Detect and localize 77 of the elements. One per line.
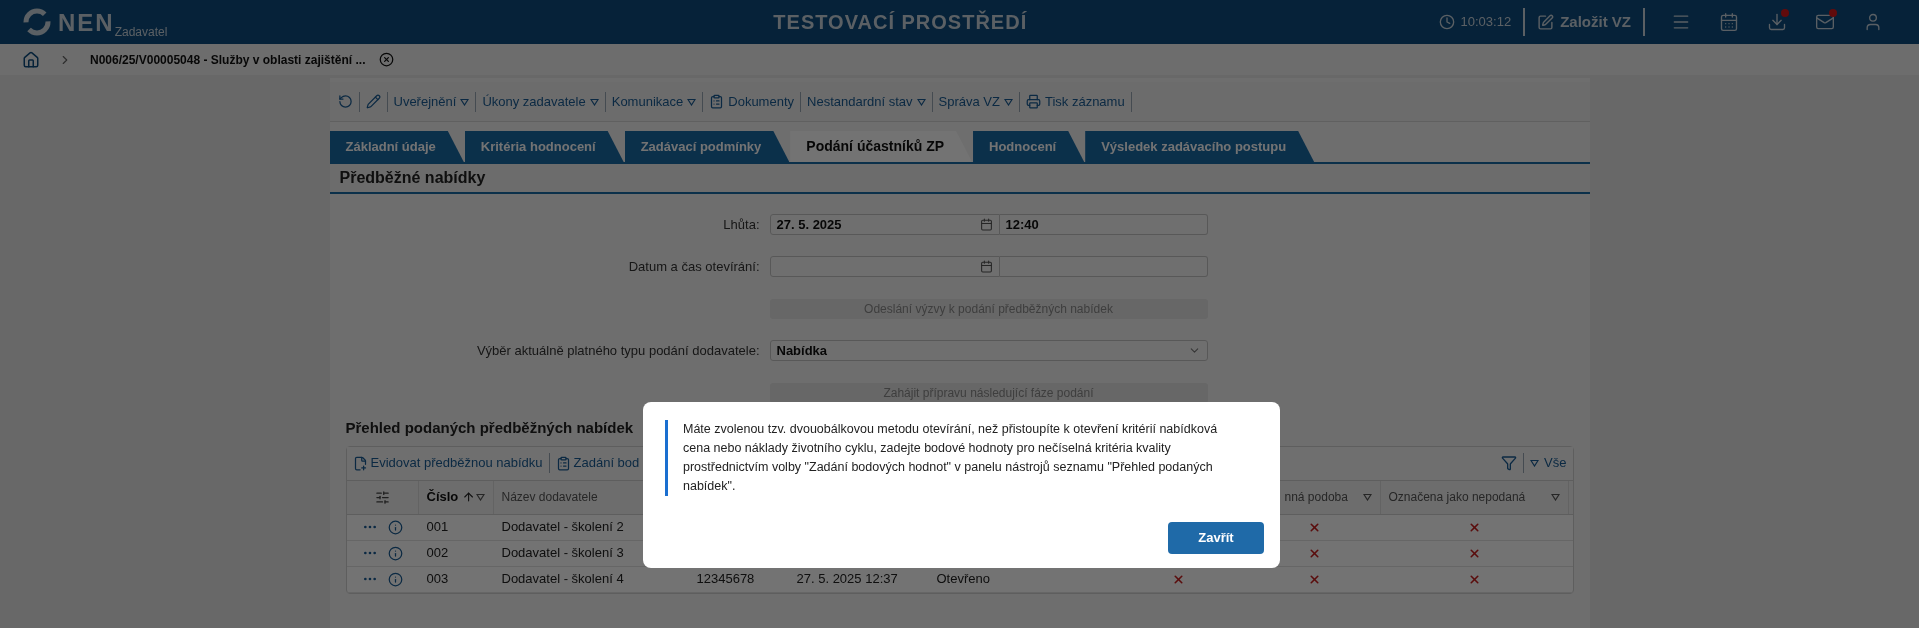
table-cell-text: Dodavatel - školení 4	[501, 570, 624, 589]
tab[interactable]: Podání účastníků ZP	[790, 131, 973, 162]
info-icon[interactable]	[388, 545, 403, 561]
filter-dropdown-icon[interactable]	[1362, 493, 1372, 501]
field-label: Lhůta:	[723, 216, 760, 232]
tab[interactable]: Základní údaje	[329, 131, 464, 162]
create-button[interactable]: Založit VZ	[1537, 10, 1631, 34]
field-label: Datum a čas otevírání:	[628, 258, 760, 274]
section-title: Předběžné nabídky	[339, 168, 486, 188]
column-header[interactable]: Číslo	[426, 487, 459, 507]
column-settings-icon[interactable]	[374, 489, 390, 505]
dialog-message: Máte zvolenou tzv. dvouobálkovou metodu otevírání, než přistoupíte k otevření kritérií nabídková cena nebo náklady životního cyklu, zadejte bodové hodnoty pro nečíselná kritéria kvality prostřednictvím volby "Zadání bodových hodnot" v panelu nástrojů seznamu "Přehled podaných nabídek".	[683, 421, 1219, 495]
home-icon[interactable]	[22, 50, 40, 69]
column-header[interactable]: Název dodavatele	[501, 488, 598, 506]
calendar-icon[interactable]	[979, 218, 993, 231]
calendar-icon[interactable]	[979, 260, 993, 273]
filter-dropdown-icon[interactable]	[1550, 493, 1560, 501]
tab[interactable]: Výsledek zadávacího postupu	[1085, 131, 1315, 162]
toolbar-menu[interactable]: Uveřejnění	[393, 91, 470, 112]
dropdown-icon	[1003, 97, 1013, 106]
toolbar-menu[interactable]: Správa VZ	[938, 91, 1013, 112]
environment-title: TESTOVACÍ PROSTŘEDÍ	[773, 9, 1028, 35]
refresh-icon[interactable]	[337, 94, 353, 109]
logo-icon	[22, 7, 52, 37]
table-cell-text: Dodavatel - školení 3	[501, 544, 624, 563]
close-button[interactable]: Zavřít	[1168, 522, 1264, 554]
dropdown-icon	[916, 97, 926, 106]
breadcrumb-link[interactable]: N006/25/V00005048 - Služby v oblasti zajištění ...	[90, 50, 366, 69]
calendar-icon	[1719, 12, 1739, 32]
printer-icon	[1025, 94, 1041, 109]
close-icon[interactable]	[379, 52, 395, 67]
table-cell-text: 27. 5. 2025 12:37	[796, 570, 898, 589]
field-label: Výběr aktuálně platného typu podání dodavatele:	[476, 342, 760, 358]
dropdown-icon	[687, 97, 697, 106]
tab[interactable]: Hodnocení	[973, 131, 1085, 162]
info-icon[interactable]	[388, 519, 403, 535]
tab[interactable]: Zadávací podmínky	[624, 131, 790, 162]
tab[interactable]: Kritéria hodnocení	[464, 131, 624, 162]
table-action[interactable]: Zadání bod	[573, 453, 640, 473]
toolbar-button[interactable]: Dokumenty	[728, 91, 794, 112]
info-icon[interactable]	[388, 571, 403, 587]
table-title: Přehled podaných předběžných nabídek	[345, 418, 634, 438]
filter-dropdown-icon[interactable]	[475, 493, 485, 501]
clock-time: 10:03:12	[1460, 13, 1512, 32]
clipboard-icon	[709, 94, 725, 109]
table-cell-text: Otevřeno	[936, 570, 990, 589]
table-cell-text: 12345678	[696, 570, 755, 589]
edit-icon	[1537, 13, 1555, 31]
clock-icon	[1438, 14, 1455, 30]
toolbar-menu[interactable]: Nestandardní stav	[807, 91, 926, 112]
download-icon	[1767, 12, 1787, 32]
date-field[interactable]	[769, 256, 1000, 277]
table-cell-text: 001	[426, 518, 449, 537]
sort-ascending-icon[interactable]	[462, 490, 476, 504]
column-header[interactable]: nná podoba	[1284, 488, 1348, 506]
date-field[interactable]: 27. 5. 2025	[769, 214, 1000, 235]
clipboard-icon	[555, 455, 571, 471]
table-action[interactable]: Evidovat předběžnou nabídku	[370, 453, 543, 473]
add-document-icon	[352, 455, 368, 471]
column-header[interactable]: Označena jako nepodaná	[1388, 488, 1526, 506]
view-dropdown[interactable]: Vše	[1530, 453, 1567, 473]
table-cell-text: Dodavatel - školení 2	[501, 518, 624, 537]
dropdown-icon	[589, 97, 599, 106]
type-select[interactable]: Nabídka	[769, 340, 1208, 361]
mail-icon	[1815, 12, 1835, 32]
table-cell-text: 002	[426, 544, 449, 563]
filter-icon[interactable]	[1501, 455, 1518, 471]
logo-subtitle: Zadavatel	[114, 25, 168, 41]
dropdown-icon	[460, 97, 470, 106]
time-field[interactable]: 12:40	[999, 214, 1208, 235]
logo-text: NEN	[58, 9, 115, 37]
toolbar-menu[interactable]: Komunikace	[611, 91, 697, 112]
toolbar-menu[interactable]: Úkony zadavatele	[482, 91, 599, 112]
toolbar-button[interactable]: Tisk záznamu	[1044, 91, 1125, 112]
dropdown-icon	[1530, 459, 1540, 467]
table-cell-text: 003	[426, 570, 449, 589]
edit-icon[interactable]	[365, 94, 381, 109]
